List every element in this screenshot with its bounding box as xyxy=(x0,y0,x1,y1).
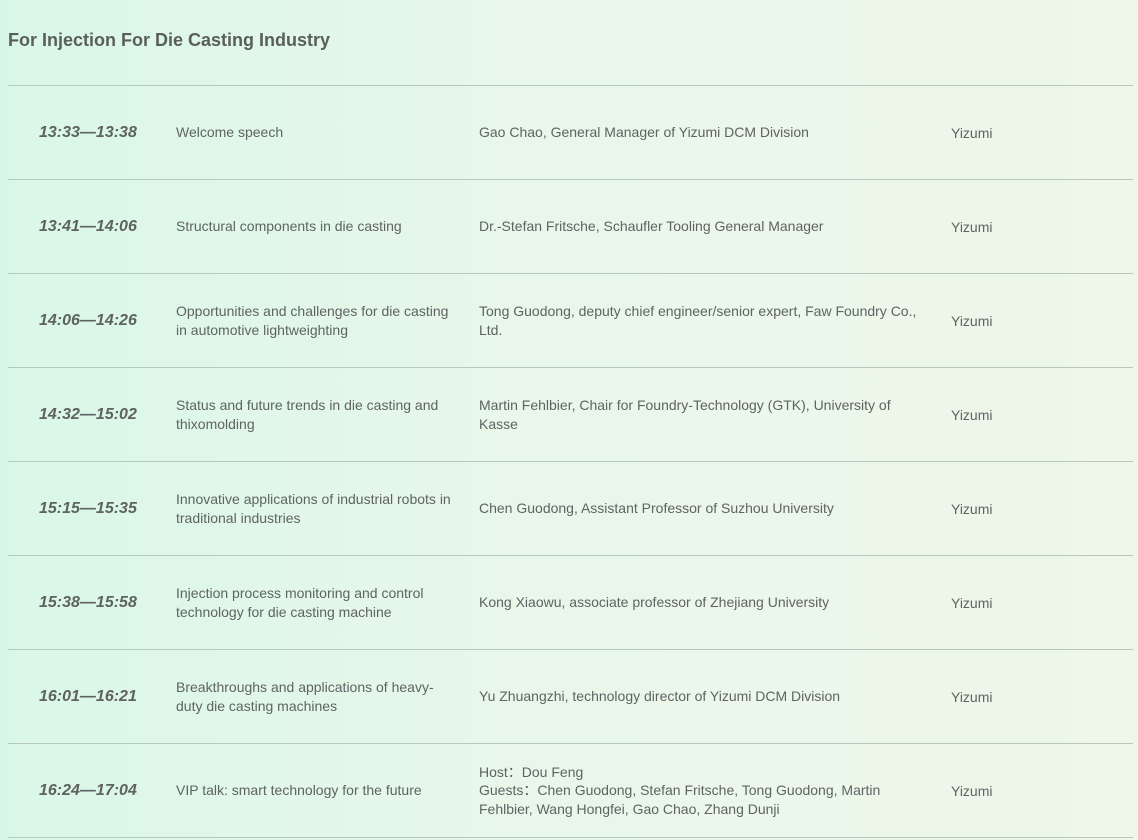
speaker-cell: Chen Guodong, Assistant Professor of Suz… xyxy=(479,500,834,517)
topic-cell: Status and future trends in die casting … xyxy=(176,397,439,432)
speaker-cell: Tong Guodong, deputy chief engineer/seni… xyxy=(479,303,917,338)
topic-cell: Structural components in die casting xyxy=(176,218,402,235)
table-row: 15:38—15:58 Injection process monitoring… xyxy=(8,556,1133,650)
organization-cell: Yizumi xyxy=(951,406,993,423)
speaker-cell: Gao Chao, General Manager of Yizumi DCM … xyxy=(479,124,809,141)
time-cell: 16:01—16:21 xyxy=(39,687,137,705)
table-row: 14:06—14:26 Opportunities and challenges… xyxy=(8,274,1133,368)
organization-cell: Yizumi xyxy=(951,312,993,329)
topic-cell: Injection process monitoring and control… xyxy=(176,585,424,620)
time-cell: 14:32—15:02 xyxy=(39,405,137,423)
time-cell: 13:33—13:38 xyxy=(39,123,137,141)
table-row: 16:24—17:04 VIP talk: smart technology f… xyxy=(8,744,1133,838)
table-row: 16:01—16:21 Breakthroughs and applicatio… xyxy=(8,650,1133,744)
topic-cell: Breakthroughs and applications of heavy-… xyxy=(176,679,434,714)
guests-text: Guests：Chen Guodong, Stefan Fritsche, To… xyxy=(479,782,881,817)
host-text: Host：Dou Feng xyxy=(479,763,584,780)
table-row: 13:33—13:38 Welcome speech Gao Chao, Gen… xyxy=(8,86,1133,180)
table-row: 13:41—14:06 Structural components in die… xyxy=(8,180,1133,274)
topic-cell: Innovative applications of industrial ro… xyxy=(176,491,451,526)
organization-cell: Yizumi xyxy=(951,124,993,141)
organization-cell: Yizumi xyxy=(951,500,993,517)
speaker-cell: Dr.-Stefan Fritsche, Schaufler Tooling G… xyxy=(479,218,824,235)
speaker-cell: Martin Fehlbier, Chair for Foundry-Techn… xyxy=(479,397,891,432)
page-title: For Injection For Die Casting Industry xyxy=(8,30,331,50)
topic-cell: Opportunities and challenges for die cas… xyxy=(176,303,449,338)
schedule-page: For Injection For Die Casting Industry 1… xyxy=(0,0,1138,840)
organization-cell: Yizumi xyxy=(951,782,993,799)
speaker-cell: Host：Dou Feng Guests：Chen Guodong, Stefa… xyxy=(479,744,931,837)
organization-cell: Yizumi xyxy=(951,688,993,705)
topic-cell: Welcome speech xyxy=(176,124,284,141)
table-row: 14:32—15:02 Status and future trends in … xyxy=(8,368,1133,462)
time-cell: 16:24—17:04 xyxy=(39,781,137,799)
schedule-table: 13:33—13:38 Welcome speech Gao Chao, Gen… xyxy=(8,85,1133,838)
table-row: 15:15—15:35 Innovative applications of i… xyxy=(8,462,1133,556)
time-cell: 15:38—15:58 xyxy=(39,593,137,611)
speaker-lines: Host：Dou Feng Guests：Chen Guodong, Stefa… xyxy=(479,763,931,819)
time-cell: 15:15—15:35 xyxy=(39,499,137,517)
organization-cell: Yizumi xyxy=(951,594,993,611)
organization-cell: Yizumi xyxy=(951,218,993,235)
time-cell: 14:06—14:26 xyxy=(39,311,137,329)
time-cell: 13:41—14:06 xyxy=(39,217,137,235)
topic-cell: VIP talk: smart technology for the futur… xyxy=(176,782,422,799)
speaker-cell: Yu Zhuangzhi, technology director of Yiz… xyxy=(479,688,841,705)
speaker-cell: Kong Xiaowu, associate professor of Zhej… xyxy=(479,594,830,611)
